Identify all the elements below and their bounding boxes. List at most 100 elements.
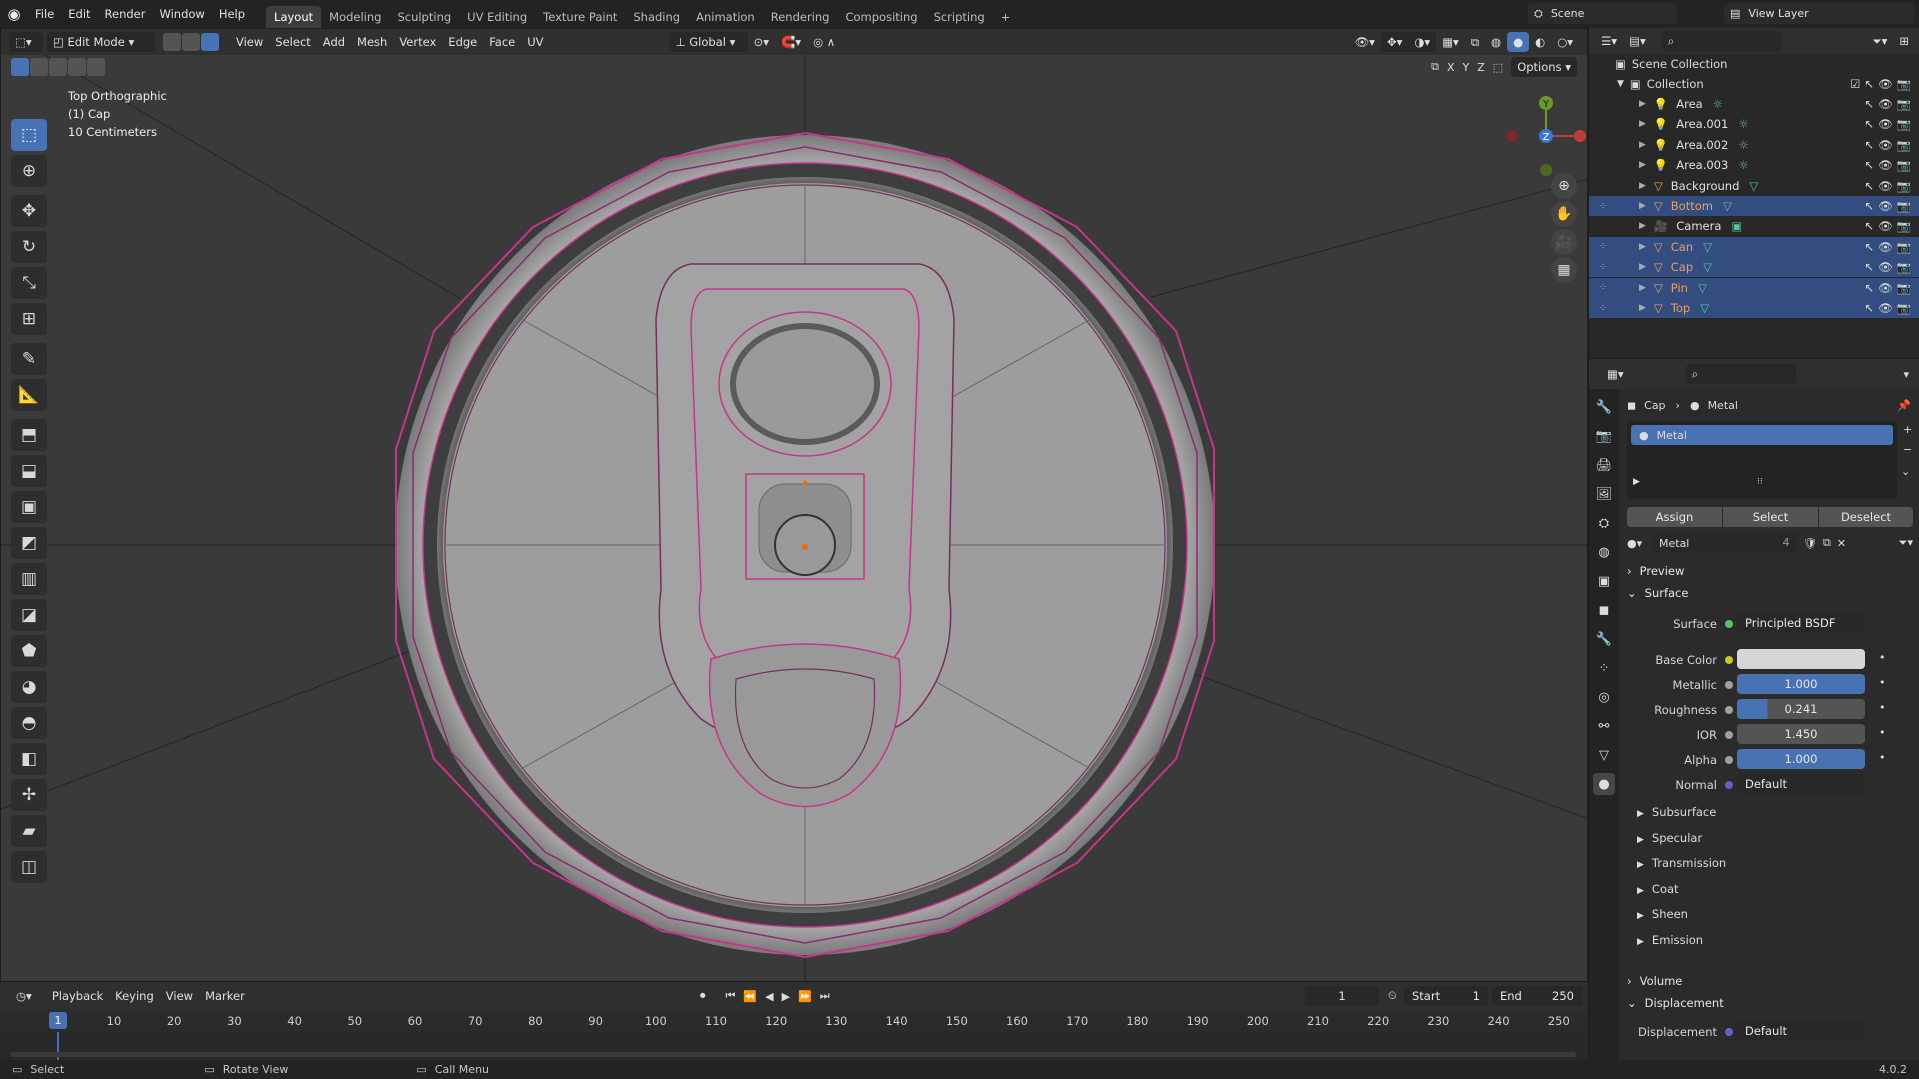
workspace-tab-shading[interactable]: Shading	[625, 6, 688, 28]
viewport-menu-uv[interactable]: UV	[521, 32, 549, 52]
list-resize-handle[interactable]: ⁝⁝	[1757, 477, 1763, 487]
mirror-icon[interactable]: ⧉	[1431, 60, 1439, 74]
menu-edit[interactable]: Edit	[61, 0, 97, 28]
assign-button[interactable]: Assign	[1627, 507, 1722, 527]
viewport-menu-edge[interactable]: Edge	[442, 32, 483, 52]
record-icon[interactable]: ⏺	[700, 989, 706, 1003]
add-slot-button[interactable]: +	[1903, 423, 1912, 436]
roughness-slider[interactable]: 0.241	[1737, 699, 1865, 719]
expand-arrow-icon[interactable]: ▶	[1639, 119, 1646, 129]
mesh-canvas[interactable]	[1, 29, 1588, 982]
scene-selector[interactable]: ⛭ Scene	[1528, 3, 1678, 24]
visibility-icon[interactable]: 👁	[1878, 158, 1893, 172]
expand-arrow-icon[interactable]: ▶	[1639, 283, 1646, 293]
scene-collection-row[interactable]: ▣ Scene Collection	[1589, 54, 1919, 74]
select-toggle-icon[interactable]: ↖	[1864, 240, 1874, 254]
prev-key-icon[interactable]: ⏪	[743, 990, 757, 1003]
outliner-item[interactable]: ⁘ ▶ ▽ Pin ▽ ↖ 👁 📷	[1589, 277, 1919, 298]
vertex-select-icon[interactable]	[163, 33, 181, 51]
render-toggle-icon[interactable]: 📷	[1897, 179, 1911, 193]
collection-select-icon[interactable]: ↖	[1864, 77, 1874, 91]
modifier-tab-icon[interactable]: 🔧	[1593, 628, 1615, 650]
smooth-tool-icon[interactable]: ◓	[11, 707, 47, 739]
spin-tool-icon[interactable]: ◕	[11, 671, 47, 703]
mirror-x[interactable]: X	[1447, 61, 1455, 74]
visibility-icon[interactable]: 👁	[1878, 301, 1893, 315]
properties-editor-type-icon[interactable]: ▦▾	[1601, 364, 1630, 384]
viewport-menu-add[interactable]: Add	[317, 32, 351, 52]
expand-arrow-icon[interactable]: ▶	[1639, 303, 1646, 313]
collection-visibility-icon[interactable]: 👁	[1878, 77, 1893, 91]
knife-tool-icon[interactable]: ◪	[11, 599, 47, 631]
render-toggle-icon[interactable]: 📷	[1897, 138, 1911, 152]
keyframe-dot-icon[interactable]: •	[1879, 726, 1886, 739]
select-toggle-icon[interactable]: ↖	[1864, 260, 1874, 274]
invert-selection-icon[interactable]	[68, 58, 86, 76]
properties-options-icon[interactable]: ▾	[1903, 368, 1909, 381]
visibility-icon[interactable]: 👁	[1878, 240, 1893, 254]
viewport-menu-face[interactable]: Face	[483, 32, 521, 52]
subtract-selection-icon[interactable]	[49, 58, 67, 76]
select-toggle-icon[interactable]: ↖	[1864, 158, 1874, 172]
rotate-tool-icon[interactable]: ↻	[11, 231, 47, 263]
cursor-tool-icon[interactable]: ⊕	[11, 155, 47, 187]
collection-row[interactable]: ▼ ▣ Collection ☑ ↖ 👁 📷	[1589, 74, 1919, 94]
workspace-tab-layout[interactable]: Layout	[266, 6, 322, 28]
metallic-slider[interactable]: 1.000	[1737, 674, 1865, 694]
menu-render[interactable]: Render	[98, 0, 153, 28]
extrude-tool-icon[interactable]: ⬓	[11, 455, 47, 487]
collection-tab-icon[interactable]: ▣	[1593, 570, 1615, 592]
select-toggle-icon[interactable]: ↖	[1864, 117, 1874, 131]
remove-slot-button[interactable]: −	[1903, 443, 1912, 456]
scene-tab-icon[interactable]: ⛭	[1593, 512, 1615, 534]
timeline-editor-type-icon[interactable]: ◷▾	[10, 986, 38, 1006]
poly-build-tool-icon[interactable]: ⬟	[11, 635, 47, 667]
options-dropdown[interactable]: Options ▾	[1511, 57, 1577, 77]
mirror-y[interactable]: Y	[1463, 61, 1470, 74]
render-toggle-icon[interactable]: 📷	[1897, 301, 1911, 315]
material-browse-icon[interactable]: ●▾	[1627, 537, 1653, 550]
navigation-gizmo[interactable]: Y Z	[1501, 91, 1588, 181]
physics-tab-icon[interactable]: ◎	[1593, 686, 1615, 708]
object-tab-icon[interactable]: ◼	[1593, 599, 1615, 621]
workspace-tab-modeling[interactable]: Modeling	[321, 6, 389, 28]
shrink-fatten-tool-icon[interactable]: ✢	[11, 779, 47, 811]
outliner-item[interactable]: ⁘ ▶ ▽ Can ▽ ↖ 👁 📷	[1589, 236, 1919, 257]
rendered-shading-icon[interactable]: ○▾	[1551, 32, 1579, 52]
new-selection-icon[interactable]	[11, 58, 29, 76]
visibility-icon[interactable]: 👁	[1878, 281, 1893, 295]
jump-start-icon[interactable]: ⏮	[726, 989, 736, 1003]
inset-tool-icon[interactable]: ▣	[11, 491, 47, 523]
bevel-tool-icon[interactable]: ◩	[11, 527, 47, 559]
outliner-item[interactable]: ▶ 💡 Area ☼ ↖ 👁 📷	[1589, 94, 1919, 114]
render-toggle-icon[interactable]: 📷	[1897, 281, 1911, 295]
outliner-item[interactable]: ▶ 🎥 Camera ▣ ↖ 👁 📷	[1589, 216, 1919, 236]
play-icon[interactable]: ▶	[782, 990, 790, 1003]
shear-tool-icon[interactable]: ▰	[11, 815, 47, 847]
workspace-tab-compositing[interactable]: Compositing	[837, 6, 925, 28]
material-slot-list[interactable]: ● Metal ▶ ⁝⁝	[1627, 421, 1897, 499]
extend-selection-icon[interactable]	[30, 58, 48, 76]
render-toggle-icon[interactable]: 📷	[1897, 199, 1911, 213]
menu-file[interactable]: File	[28, 0, 61, 28]
select-box-tool-icon[interactable]: ⬚	[11, 119, 47, 151]
preview-range-icon[interactable]: ⏲	[1388, 989, 1397, 1003]
loop-cut-tool-icon[interactable]: ▥	[11, 563, 47, 595]
subpanel-subsurface[interactable]: ▶ Subsurface	[1637, 805, 1716, 819]
visibility-icon[interactable]: 👁	[1878, 138, 1893, 152]
intersect-selection-icon[interactable]	[87, 58, 105, 76]
select-toggle-icon[interactable]: ↖	[1864, 97, 1874, 111]
pan-hand-icon[interactable]: ✋	[1551, 201, 1577, 227]
ior-field[interactable]: 1.450	[1737, 724, 1865, 744]
3d-viewport[interactable]: ⬚▾ ◰ Edit Mode ▾ View Select Add Mesh Vertex…	[0, 28, 1588, 982]
select-toggle-icon[interactable]: ↖	[1864, 179, 1874, 193]
workspace-tab-texture-paint[interactable]: Texture Paint	[535, 6, 625, 28]
edge-select-icon[interactable]	[182, 33, 200, 51]
add-cube-tool-icon[interactable]: ⬒	[11, 419, 47, 451]
keyframe-dot-icon[interactable]: •	[1879, 701, 1886, 714]
collection-checkbox[interactable]: ☑	[1850, 77, 1860, 91]
data-tab-icon[interactable]: ▽	[1593, 744, 1615, 766]
world-tab-icon[interactable]: ◍	[1593, 541, 1615, 563]
edit-mode-indicator-icon[interactable]: ⁘	[1599, 262, 1607, 273]
node-link-icon[interactable]: ⏷▾	[1899, 536, 1913, 550]
